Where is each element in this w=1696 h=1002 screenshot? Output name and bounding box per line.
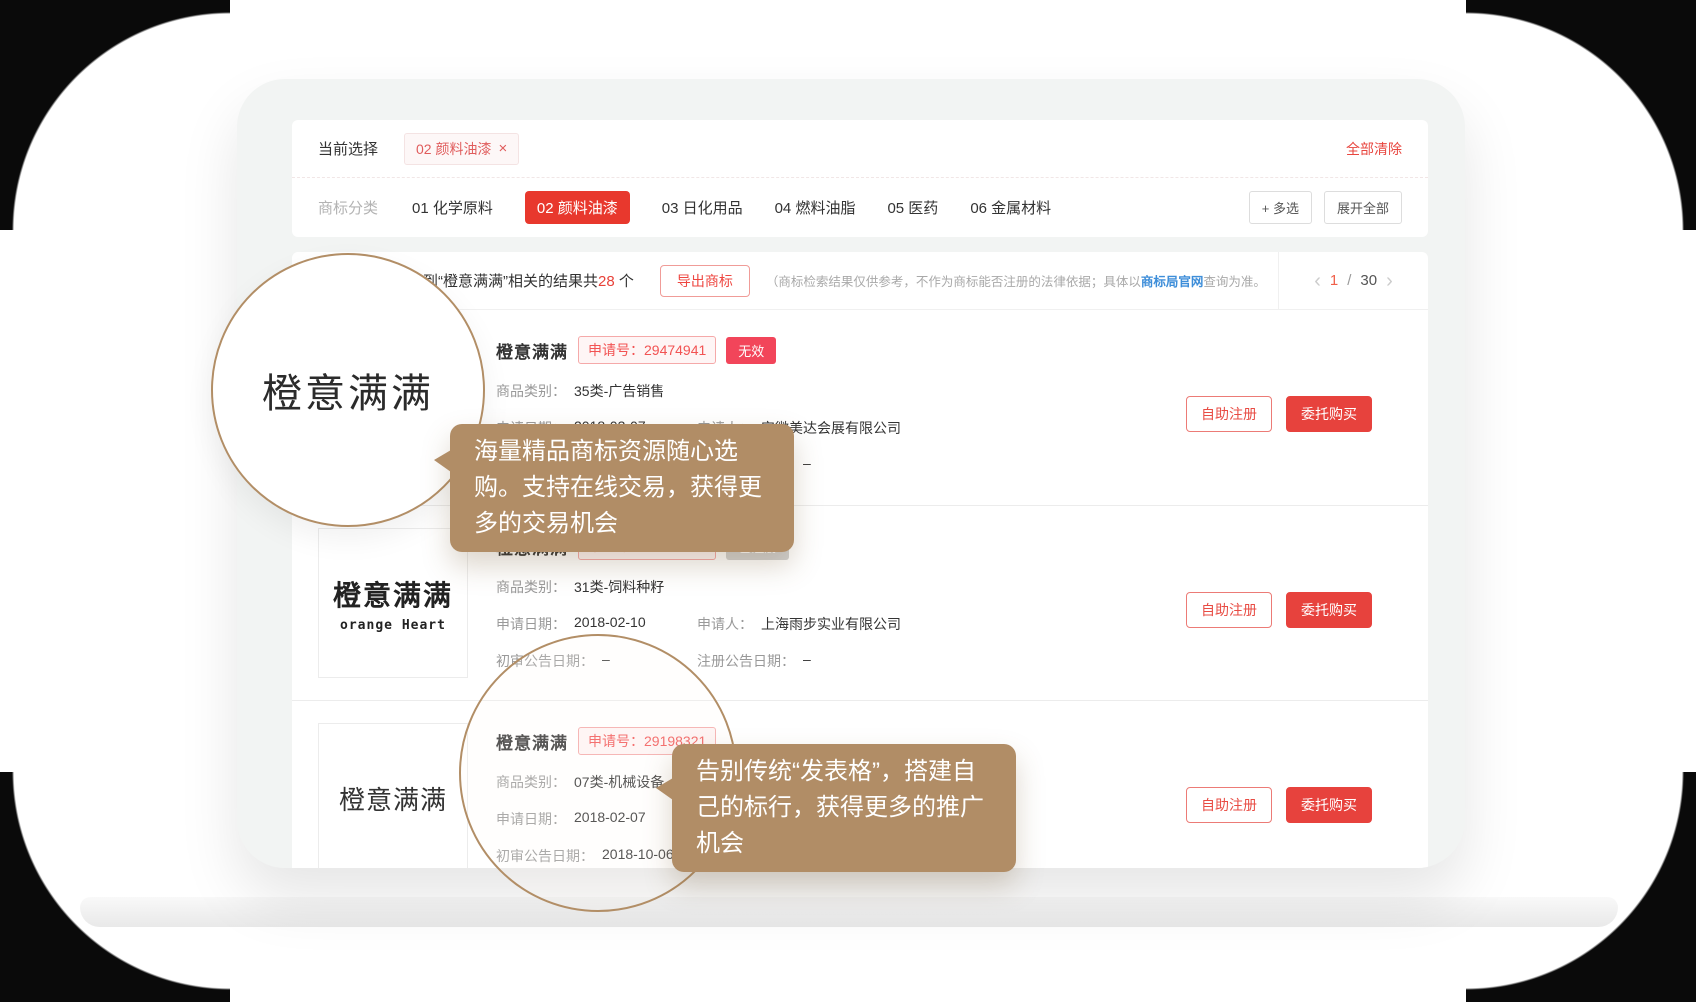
close-icon[interactable]: × <box>498 141 507 156</box>
current-selection-row: 当前选择 02 颜料油漆 × 全部清除 <box>292 120 1428 178</box>
clear-all-link[interactable]: 全部清除 <box>1346 139 1402 159</box>
trademark-office-link[interactable]: 商标局官网 <box>1141 275 1204 289</box>
current-page: 1 <box>1330 272 1338 289</box>
self-register-button[interactable]: 自助注册 <box>1186 787 1272 823</box>
category-field-value: 31类-饲料种籽 <box>574 577 664 597</box>
screen-corner-bottom-right <box>1466 772 1696 1002</box>
reg-pub-value: – <box>803 651 811 671</box>
self-register-button[interactable]: 自助注册 <box>1186 592 1272 628</box>
results-header: 当前分类下检索到“橙意满满”相关的结果共28 个 导出商标 （商标检索结果仅供参… <box>292 252 1428 310</box>
category-tab-03[interactable]: 03 日化用品 <box>662 197 743 218</box>
entrust-purchase-button[interactable]: 委托购买 <box>1286 592 1372 628</box>
row-actions: 自助注册 委托购买 <box>1186 396 1372 432</box>
expand-all-button[interactable]: 展开全部 <box>1324 191 1402 224</box>
screenshot-canvas: 当前选择 02 颜料油漆 × 全部清除 商标分类 01 化学原料 02 颜料油漆… <box>0 0 1696 1002</box>
self-register-button[interactable]: 自助注册 <box>1186 396 1272 432</box>
application-number-tag: 申请号：29474941 <box>578 336 716 364</box>
applicant-field-label: 申请人： <box>697 614 753 634</box>
screen-corner-top-right <box>1466 0 1696 230</box>
tooltip-marketplace: 海量精品商标资源随心选购。支持在线交易，获得更多的交易机会 <box>450 424 794 552</box>
laptop-base <box>80 897 1618 927</box>
page-separator: / <box>1347 272 1351 289</box>
entrust-purchase-button[interactable]: 委托购买 <box>1286 787 1372 823</box>
disclaimer-suffix: 查询为准。） <box>1203 275 1258 289</box>
filter-panel: 当前选择 02 颜料油漆 × 全部清除 商标分类 01 化学原料 02 颜料油漆… <box>292 120 1428 237</box>
category-row: 商标分类 01 化学原料 02 颜料油漆 03 日化用品 04 燃料油脂 05 … <box>292 178 1428 236</box>
multi-select-label: 多选 <box>1273 201 1299 216</box>
date-field-value: 2018-02-10 <box>574 614 646 634</box>
disclaimer-prefix: （商标检索结果仅供参考，不作为商标能否注册的法律依据；具体以 <box>766 275 1141 289</box>
tooltip-promotion: 告别传统“发表格”，搭建自己的标行，获得更多的推广机会 <box>672 744 1016 872</box>
applicant-field-value: 上海雨步实业有限公司 <box>761 614 901 634</box>
reg-pub-label: 注册公告日期： <box>697 651 795 671</box>
category-field-value: 35类-广告销售 <box>574 381 664 401</box>
selected-filter-tag[interactable]: 02 颜料油漆 × <box>404 133 519 165</box>
category-label: 商标分类 <box>318 197 378 218</box>
count-suffix: 个 <box>615 273 634 290</box>
row-actions: 自助注册 委托购买 <box>1186 592 1372 628</box>
magnifier-circle: 橙意满满 <box>211 253 485 527</box>
category-tab-02-selected[interactable]: 02 颜料油漆 <box>525 191 630 224</box>
screen-corner-bottom-left <box>0 772 230 1002</box>
date-field-label: 申请日期： <box>496 614 566 634</box>
trademark-preview: 橙意满满 orange Heart <box>318 528 468 678</box>
category-tab-05[interactable]: 05 医药 <box>887 197 938 218</box>
trademark-image-text: 橙意满满 <box>339 780 447 817</box>
disclaimer-text: （商标检索结果仅供参考，不作为商标能否注册的法律依据；具体以商标局官网查询为准。… <box>766 271 1258 290</box>
pagination: ‹ 1 / 30 › <box>1278 252 1428 309</box>
total-pages: 30 <box>1360 272 1377 289</box>
current-selection-label: 当前选择 <box>318 138 378 159</box>
trademark-name: 橙意满满 <box>496 338 568 363</box>
entrust-purchase-button[interactable]: 委托购买 <box>1286 396 1372 432</box>
count-number: 28 <box>598 273 615 290</box>
category-field-label: 商品类别： <box>496 381 566 401</box>
category-tab-04[interactable]: 04 燃料油脂 <box>775 197 856 218</box>
prev-page-icon[interactable]: ‹ <box>1314 271 1321 291</box>
category-tab-06[interactable]: 06 金属材料 <box>970 197 1051 218</box>
category-field-label: 商品类别： <box>496 577 566 597</box>
category-tab-01[interactable]: 01 化学原料 <box>412 197 493 218</box>
trademark-preview: 橙意满满 <box>318 723 468 868</box>
application-number: 29474941 <box>644 342 706 358</box>
export-trademarks-button[interactable]: 导出商标 <box>660 265 750 297</box>
application-number-label: 申请号： <box>588 342 644 358</box>
row-actions: 自助注册 委托购买 <box>1186 787 1372 823</box>
trademark-image-subtext: orange Heart <box>340 618 446 633</box>
status-badge: 无效 <box>726 337 776 364</box>
screen-corner-top-left <box>0 0 230 230</box>
plus-icon: + <box>1262 201 1270 216</box>
magnified-trademark-text: 橙意满满 <box>262 361 434 419</box>
next-page-icon[interactable]: › <box>1386 271 1393 291</box>
reg-pub-value: – <box>803 455 811 475</box>
selected-filter-tag-text: 02 颜料油漆 <box>416 139 491 159</box>
trademark-image-text: 橙意满满 <box>333 574 453 614</box>
multi-select-button[interactable]: + 多选 <box>1249 191 1312 224</box>
category-actions: + 多选 展开全部 <box>1249 191 1402 224</box>
